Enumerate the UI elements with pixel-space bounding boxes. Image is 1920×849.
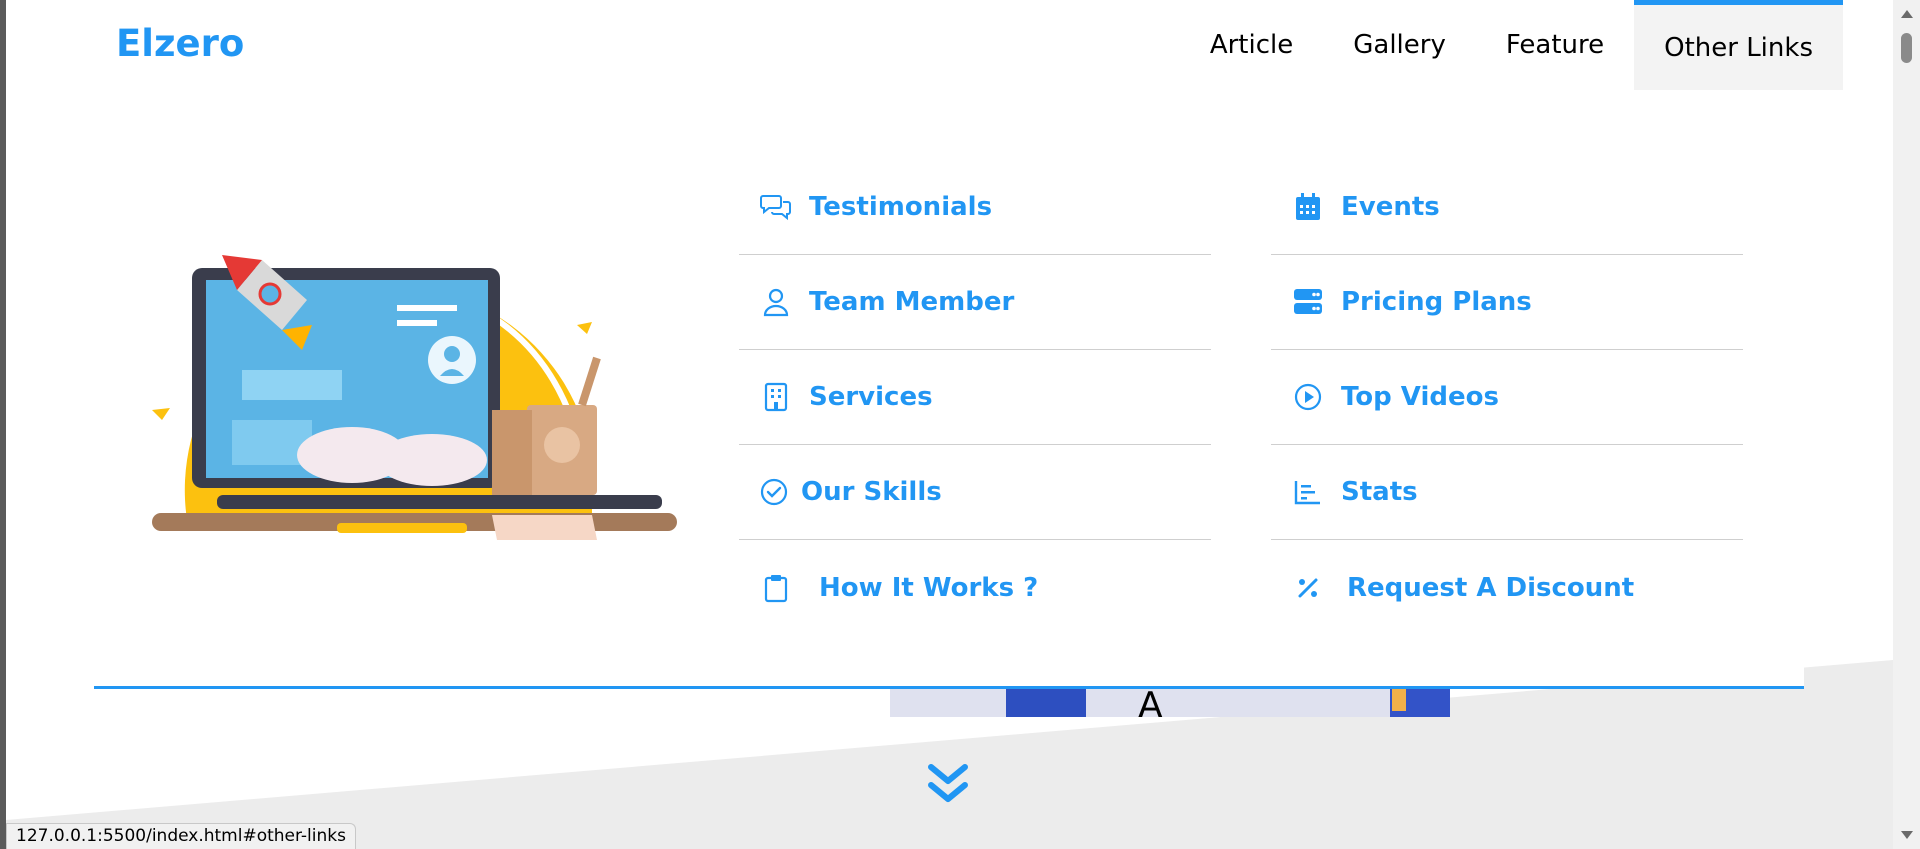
link-label: Events (1341, 192, 1440, 222)
link-label: Testimonials (809, 192, 993, 222)
building-icon (759, 380, 793, 414)
scroll-down-arrow-icon[interactable] (1901, 831, 1913, 839)
link-request-a-discount[interactable]: Request A Discount (1271, 540, 1743, 635)
link-testimonials[interactable]: Testimonials (739, 160, 1211, 255)
link-top-videos[interactable]: Top Videos (1271, 350, 1743, 445)
link-label: Request A Discount (1347, 572, 1635, 603)
link-label: How It Works ? (819, 572, 1039, 603)
nav-other-links[interactable]: Other Links (1634, 0, 1843, 90)
nav-article[interactable]: Article (1180, 0, 1323, 90)
nav-feature[interactable]: Feature (1476, 0, 1634, 90)
link-label: Our Skills (801, 477, 942, 507)
link-services[interactable]: Services (739, 350, 1211, 445)
play-circle-icon (1291, 380, 1325, 414)
link-label: Services (809, 382, 933, 412)
scrollbar-thumb[interactable] (1901, 33, 1912, 63)
link-our-skills[interactable]: Our Skills (739, 445, 1211, 540)
vertical-scrollbar[interactable] (1893, 0, 1920, 849)
mega-menu: Testimonials Team Member Services Our Sk… (94, 90, 1804, 689)
svg-text:A: A (1138, 689, 1163, 717)
user-icon (759, 285, 793, 319)
check-circle-icon (759, 475, 789, 509)
scroll-up-arrow-icon[interactable] (1901, 10, 1913, 18)
nav-gallery[interactable]: Gallery (1323, 0, 1476, 90)
link-label: Team Member (809, 287, 1015, 317)
scroll-down-chevron-icon[interactable] (925, 763, 971, 809)
rocket-laptop-illustration (152, 255, 677, 540)
landing-illustration-partial: A (890, 689, 1450, 717)
link-how-it-works[interactable]: How It Works ? (739, 540, 1211, 635)
link-pricing-plans[interactable]: Pricing Plans (1271, 255, 1743, 350)
status-bar-url: 127.0.0.1:5500/index.html#other-links (6, 823, 356, 849)
link-team-member[interactable]: Team Member (739, 255, 1211, 350)
chart-bar-icon (1291, 475, 1325, 509)
clipboard-icon (759, 571, 793, 605)
link-stats[interactable]: Stats (1271, 445, 1743, 540)
server-icon (1291, 285, 1325, 319)
link-label: Top Videos (1341, 382, 1499, 412)
link-label: Pricing Plans (1341, 287, 1532, 317)
window-edge (0, 0, 6, 849)
site-header: Elzero Article Gallery Feature Other Lin… (6, 0, 1893, 90)
link-events[interactable]: Events (1271, 160, 1743, 255)
mega-menu-column-1: Testimonials Team Member Services Our Sk… (739, 160, 1211, 635)
calendar-icon (1291, 190, 1325, 224)
percent-icon (1291, 571, 1325, 605)
brand-logo[interactable]: Elzero (116, 22, 244, 65)
link-label: Stats (1341, 477, 1418, 507)
comments-icon (759, 190, 793, 224)
mega-menu-column-2: Events Pricing Plans Top Videos Stats Re… (1271, 160, 1743, 635)
main-nav: Article Gallery Feature Other Links (1180, 0, 1843, 90)
